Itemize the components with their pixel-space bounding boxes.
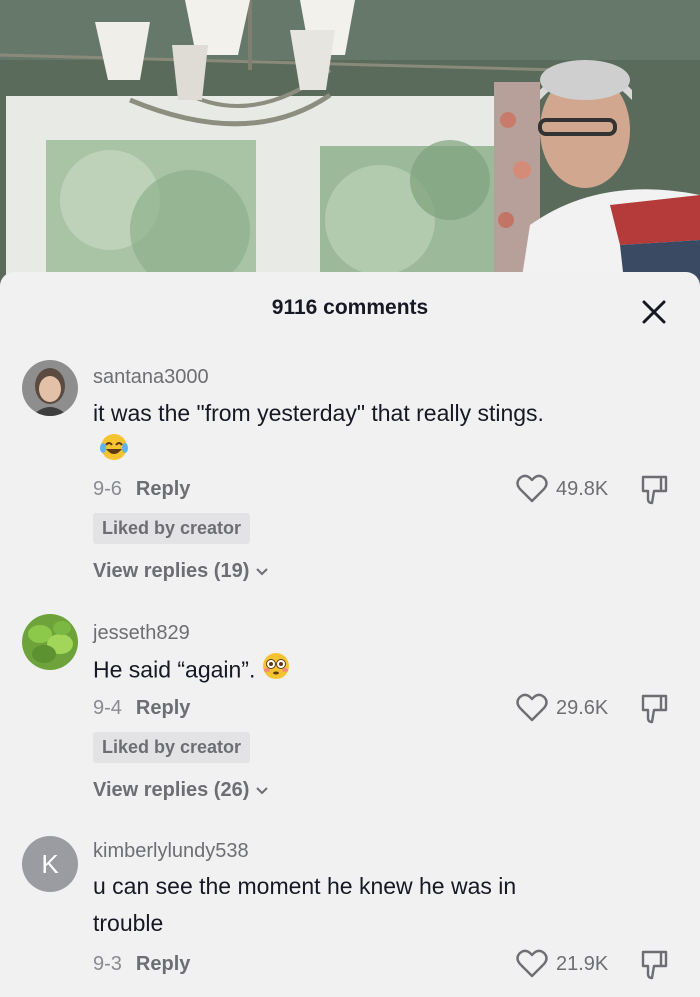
avatar[interactable]: K xyxy=(22,836,78,892)
flushed-face-emoji xyxy=(261,651,291,692)
comment-text: u can see the moment he knew he was in t… xyxy=(93,873,517,936)
comment-username[interactable]: jesseth829 xyxy=(93,622,190,645)
heart-icon xyxy=(516,474,548,503)
thumbs-down-icon xyxy=(641,694,668,724)
comment-username[interactable]: santana3000 xyxy=(93,366,209,389)
reply-button[interactable]: Reply xyxy=(136,478,190,500)
comment-meta: 9-6 Reply xyxy=(93,478,190,501)
heart-icon xyxy=(516,693,548,722)
like-button[interactable]: 29.6K xyxy=(515,691,625,727)
heart-icon xyxy=(516,949,548,978)
video-background xyxy=(0,0,700,290)
comments-count-title: 9116 comments xyxy=(271,296,429,319)
liked-by-creator-badge: Liked by creator xyxy=(93,732,251,763)
like-count: 21.9K xyxy=(556,953,609,975)
chevron-down-icon xyxy=(256,787,269,795)
comment-meta: 9-4 Reply xyxy=(93,697,190,720)
avatar-letter: K xyxy=(41,848,59,879)
view-replies-label: View replies (19) xyxy=(93,560,250,582)
comment-date: 9-3 xyxy=(93,953,122,975)
view-replies-button[interactable]: View replies (19) xyxy=(93,560,269,583)
reply-button[interactable]: Reply xyxy=(136,697,190,719)
comment-date: 9-4 xyxy=(93,697,122,719)
close-icon[interactable] xyxy=(636,294,672,330)
comment-date: 9-6 xyxy=(93,478,122,500)
dislike-button[interactable] xyxy=(635,947,671,983)
dislike-button[interactable] xyxy=(635,691,671,727)
chevron-down-icon xyxy=(256,568,269,576)
reply-button[interactable]: Reply xyxy=(136,953,190,975)
thumbs-down-icon xyxy=(641,950,668,980)
like-count: 29.6K xyxy=(556,697,609,719)
comment-username[interactable]: kimberlylundy538 xyxy=(93,840,249,863)
dislike-button[interactable] xyxy=(635,472,671,508)
comment-text-body: it was the "from yesterday" that really … xyxy=(93,400,544,426)
comment-text: it was the "from yesterday" that really … xyxy=(93,395,563,473)
view-replies-label: View replies (26) xyxy=(93,779,250,801)
like-button[interactable]: 21.9K xyxy=(515,947,625,983)
avatar[interactable] xyxy=(22,614,78,670)
liked-by-creator-badge: Liked by creator xyxy=(93,513,251,544)
like-button[interactable]: 49.8K xyxy=(515,472,625,508)
comment-text: He said “again”. xyxy=(93,651,563,692)
view-replies-button[interactable]: View replies (26) xyxy=(93,779,269,802)
comment-meta: 9-3 Reply xyxy=(93,953,190,976)
thumbs-down-icon xyxy=(641,475,668,505)
comments-sheet: 9116 comments santana3000 it was the "fr… xyxy=(0,272,700,997)
avatar[interactable] xyxy=(22,360,78,416)
comment-text-body: He said “again”. xyxy=(93,656,256,683)
tears-of-joy-emoji xyxy=(99,432,129,473)
like-count: 49.8K xyxy=(556,478,609,500)
